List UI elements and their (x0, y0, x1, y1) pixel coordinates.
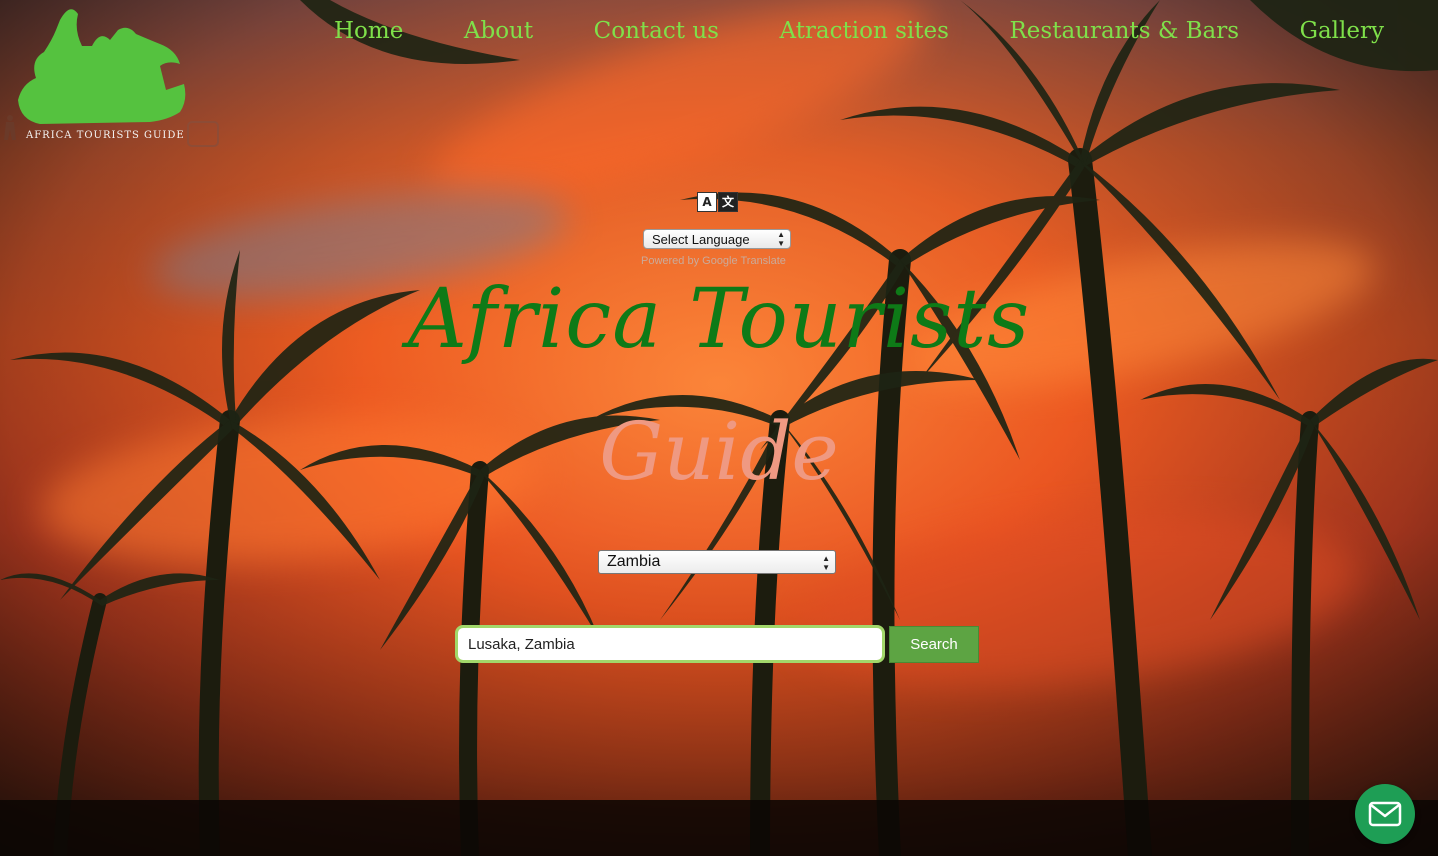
africa-animals-logo-icon (4, 9, 219, 147)
site-logo[interactable]: AFRICA TOURISTS GUIDE (0, 0, 225, 150)
nav-restaurants-bars[interactable]: Restaurants & Bars (995, 18, 1253, 44)
country-select-value: Zambia (607, 553, 661, 570)
search-button[interactable]: Search (889, 626, 979, 663)
location-search-input[interactable] (455, 625, 885, 663)
nav-home[interactable]: Home (320, 18, 417, 44)
hero-title-line1: Africa Tourists (407, 272, 1031, 367)
nav-contact-us[interactable]: Contact us (580, 18, 733, 44)
nav-attraction-sites[interactable]: Atraction sites (765, 18, 962, 44)
language-select-label: Select Language (652, 232, 750, 247)
translate-icon-glyph: 文 (718, 192, 738, 212)
logo-text: AFRICA TOURISTS GUIDE (26, 130, 185, 141)
main-nav: Home About Contact us Atraction sites Re… (320, 18, 1398, 44)
translate-icon-a: A (697, 192, 717, 212)
contact-mail-button[interactable] (1355, 784, 1415, 844)
nav-gallery[interactable]: Gallery (1286, 18, 1398, 44)
country-select[interactable]: Zambia ▲ ▼ (598, 550, 836, 574)
translate-icon[interactable]: A文 (697, 192, 738, 212)
select-arrows-icon: ▲ ▼ (822, 554, 830, 572)
mail-icon (1368, 801, 1402, 827)
language-select[interactable]: Select Language ▲ ▼ (643, 229, 791, 249)
page: AFRICA TOURISTS GUIDE Home About Contact… (0, 0, 1438, 856)
nav-about[interactable]: About (450, 18, 547, 44)
powered-by-google-translate[interactable]: Powered by Google Translate (641, 255, 786, 267)
select-arrows-icon: ▲ ▼ (777, 230, 785, 248)
hero-title-line2: Guide (599, 405, 839, 498)
